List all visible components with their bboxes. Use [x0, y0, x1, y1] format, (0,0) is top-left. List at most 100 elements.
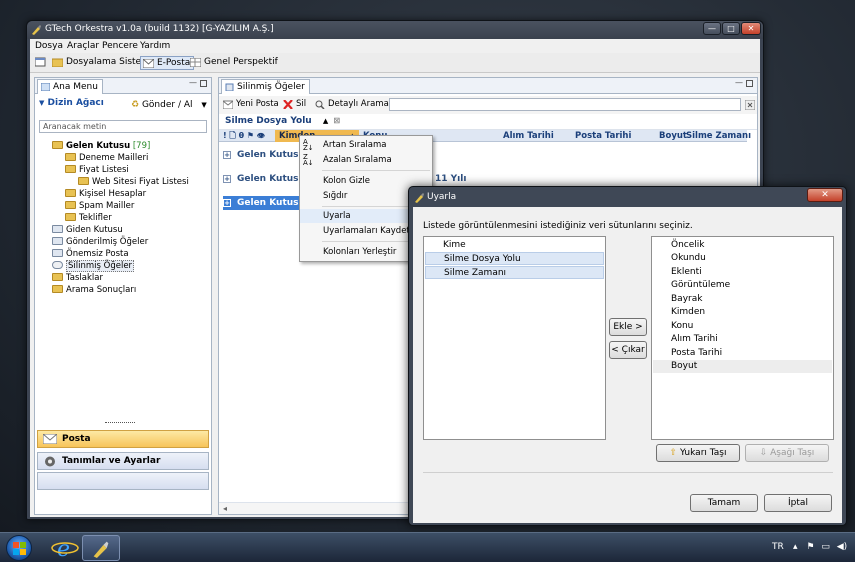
sort-ascending-icon: A Z↓ — [303, 138, 314, 152]
menu-azalan-siralama[interactable]: Z A↓ Azalan Sıralama — [300, 153, 432, 167]
list-item[interactable]: Boyut — [653, 360, 832, 373]
nav-settings-button[interactable]: Tanımlar ve Ayarlar — [37, 452, 209, 470]
start-button[interactable] — [6, 535, 32, 561]
tree-item-giden[interactable]: Giden Kutusu — [52, 224, 210, 236]
dialog-titlebar[interactable]: Uyarla ✕ — [409, 187, 846, 207]
main-titlebar[interactable]: GTech Orkestra v1.0a (build 1132) [G-YAZ… — [27, 21, 763, 39]
column-icons[interactable]: ! 🗋 θ ⚑ 👁 — [223, 130, 265, 142]
close-button[interactable]: ✕ — [741, 22, 761, 35]
tab-silinmis-ogeler[interactable]: Silinmiş Öğeler — [221, 79, 310, 94]
clear-search-icon[interactable] — [745, 100, 755, 110]
tray-expand-icon[interactable]: ▴ — [793, 542, 798, 552]
dropdown-arrow-icon[interactable]: ▼ — [201, 101, 206, 109]
ok-button[interactable]: Tamam — [690, 494, 758, 512]
list-item-selected[interactable]: Silme Zamanı — [425, 266, 604, 279]
folder-search-input[interactable]: Aranacak metin — [39, 120, 207, 133]
column-posta-tarihi[interactable]: Posta Tarihi — [575, 130, 631, 142]
sort-up-icon[interactable]: ▲ — [323, 117, 328, 125]
remove-column-button[interactable]: < Çıkar — [609, 341, 647, 359]
list-item[interactable]: Eklenti — [653, 266, 832, 279]
advanced-search-button[interactable]: Detaylı Arama — [315, 99, 389, 110]
expand-icon[interactable]: + — [223, 151, 231, 159]
tree-item-gelen-kutusu[interactable]: Gelen Kutusu [79] — [52, 140, 210, 152]
tab-ana-menu-label: Ana Menu — [53, 82, 98, 92]
list-item[interactable]: Okundu — [653, 252, 832, 265]
action-center-flag-icon[interactable]: ⚑ — [806, 542, 814, 552]
volume-icon[interactable]: ◀) — [837, 542, 847, 552]
navigation-splitter[interactable] — [105, 422, 135, 424]
folder-icon — [65, 153, 76, 161]
tree-item-deneme-mailleri[interactable]: Deneme Mailleri — [52, 152, 210, 164]
delete-button[interactable]: Sil — [283, 99, 306, 110]
dialog-close-button[interactable]: ✕ — [807, 188, 843, 202]
app-logo-icon — [415, 193, 424, 203]
tree-item-gonderilmis[interactable]: Gönderilmiş Öğeler — [52, 236, 210, 248]
move-up-button[interactable]: ⇧ Yukarı Taşı — [656, 444, 740, 462]
tab-ana-menu[interactable]: Ana Menu — [37, 79, 103, 94]
network-icon[interactable]: ▭ — [821, 542, 830, 552]
list-item[interactable]: Kime — [425, 239, 604, 252]
nav-posta-label: Posta — [62, 434, 91, 444]
list-item[interactable]: Posta Tarihi — [653, 347, 832, 360]
group-by-bar: Silme Dosya Yolu ▲ ⊠ — [219, 114, 757, 130]
menu-artan-siralama[interactable]: A Z↓ Artan Sıralama — [300, 138, 432, 152]
menu-artan-siralama-label: Artan Sıralama — [323, 140, 387, 150]
tree-item-fiyat-listesi[interactable]: Fiyat Listesi — [52, 164, 210, 176]
internet-explorer-icon[interactable]: e — [50, 536, 80, 560]
tree-item-web-sitesi[interactable]: Web Sitesi Fiyat Listesi — [52, 176, 210, 188]
cancel-button[interactable]: İptal — [764, 494, 832, 512]
scroll-left-icon[interactable]: ◂ — [223, 504, 227, 513]
send-receive-button[interactable]: ♻ Gönder / Al ▼ — [131, 100, 207, 110]
tree-item-teklifler[interactable]: Teklifler — [52, 212, 210, 224]
expand-icon[interactable]: + — [223, 199, 231, 207]
menu-araclar[interactable]: Araçlar — [67, 41, 99, 51]
view-minimize-icon[interactable]: — — [189, 79, 197, 88]
view-maximize-icon[interactable] — [746, 80, 753, 87]
list-item[interactable]: Kimden — [653, 306, 832, 319]
perspective-genel[interactable]: Genel Perspektif — [188, 56, 281, 70]
list-item[interactable]: Alım Tarihi — [653, 333, 832, 346]
group-by-chip[interactable]: Silme Dosya Yolu ▲ ⊠ — [225, 116, 340, 126]
list-item[interactable]: Konu — [653, 320, 832, 333]
column-boyut[interactable]: Boyut — [659, 130, 687, 142]
delete-x-icon — [283, 100, 293, 109]
menu-pencere[interactable]: Pencere — [102, 41, 138, 51]
expand-icon[interactable]: + — [223, 175, 231, 183]
outbox-icon — [52, 225, 63, 233]
remove-group-icon[interactable]: ⊠ — [333, 116, 340, 125]
move-down-button[interactable]: ⇩ Aşağı Taşı — [745, 444, 829, 462]
nav-posta-button[interactable]: Posta — [37, 430, 209, 448]
column-alim-tarihi[interactable]: Alım Tarihi — [503, 130, 554, 142]
mail-search-input[interactable] — [389, 98, 741, 111]
minimize-button[interactable]: — — [703, 22, 721, 35]
view-maximize-icon[interactable] — [200, 80, 207, 87]
maximize-button[interactable]: □ — [722, 22, 740, 35]
list-item[interactable]: Bayrak — [653, 293, 832, 306]
language-indicator[interactable]: TR — [772, 542, 784, 552]
tree-header[interactable]: ▼ Dizin Ağacı — [39, 98, 104, 108]
mail-icon — [143, 59, 154, 68]
tree-item-kisisel[interactable]: Kişisel Hesaplar — [52, 188, 210, 200]
open-perspective-icon[interactable] — [35, 57, 46, 67]
column-silme-zamani[interactable]: Silme Zamanı — [686, 130, 751, 142]
visible-columns-list[interactable]: Kime Silme Dosya Yolu Silme Zamanı — [423, 236, 606, 440]
hidden-columns-list[interactable]: Öncelik Okundu Eklenti Görüntüleme Bayra… — [651, 236, 834, 440]
list-item[interactable]: Öncelik — [653, 239, 832, 252]
list-item[interactable]: Görüntüleme — [653, 279, 832, 292]
list-item-selected[interactable]: Silme Dosya Yolu — [425, 252, 604, 265]
taskbar-app-orkestra[interactable] — [82, 535, 120, 561]
perspective-eposta[interactable]: E-Posta — [140, 56, 195, 70]
new-mail-button[interactable]: Yeni Posta — [223, 99, 279, 110]
menu-dosya[interactable]: Dosya — [35, 41, 63, 51]
tree-item-taslaklar[interactable]: Taslaklar — [52, 272, 210, 284]
menu-yardim[interactable]: Yardım — [140, 41, 170, 51]
tree-item-onemsiz[interactable]: Önemsiz Posta — [52, 248, 210, 260]
add-column-button[interactable]: Ekle > — [609, 318, 647, 336]
tree-item-spam[interactable]: Spam Mailler — [52, 200, 210, 212]
tree-item-arama[interactable]: Arama Sonuçları — [52, 284, 210, 296]
view-minimize-icon[interactable]: — — [735, 79, 743, 88]
mail-toolbar: Yeni Posta Sil Detaylı Arama — [219, 96, 757, 114]
search-folder-icon — [52, 285, 63, 293]
tree-item-silinmis[interactable]: Silinmiş Öğeler — [52, 260, 210, 272]
menu-azalan-siralama-label: Azalan Sıralama — [323, 155, 392, 165]
